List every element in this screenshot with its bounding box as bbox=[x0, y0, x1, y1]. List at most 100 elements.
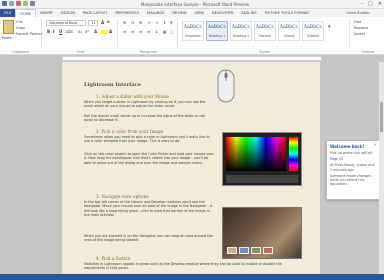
tab-view[interactable]: VIEW bbox=[191, 9, 208, 17]
document-page[interactable]: Lightroom Interface 1. Adjust a slider w… bbox=[62, 62, 320, 280]
thumbnail bbox=[251, 247, 261, 254]
style-sample: AaBbCc bbox=[231, 25, 251, 30]
customize-icon[interactable] bbox=[30, 1, 35, 6]
italic-button[interactable]: I bbox=[53, 29, 55, 34]
tab-add-ins[interactable]: ADD-INS bbox=[237, 9, 260, 17]
find-button[interactable]: Find bbox=[354, 20, 361, 24]
window-controls: – □ ✕ bbox=[361, 1, 382, 7]
tab-file[interactable]: FILE bbox=[0, 9, 16, 17]
style-name: Strong bbox=[283, 34, 295, 38]
close-icon[interactable]: ✕ bbox=[374, 142, 377, 147]
quick-access-toolbar[interactable] bbox=[2, 1, 35, 6]
tab-page-layout[interactable]: PAGE LAYOUT bbox=[79, 9, 111, 17]
line-spacing-icon[interactable]: ↨ bbox=[155, 30, 158, 34]
tab-design[interactable]: DESIGN bbox=[57, 9, 79, 17]
save-icon[interactable] bbox=[2, 1, 7, 6]
styles-more-icon[interactable]: ▾ bbox=[328, 24, 331, 30]
vertical-scrollbar[interactable] bbox=[379, 62, 384, 274]
increase-indent-icon[interactable]: ⇥ bbox=[155, 21, 158, 25]
justify-icon[interactable]: ≡ bbox=[147, 30, 150, 34]
maximize-icon[interactable]: □ bbox=[368, 1, 373, 7]
font-color-icon[interactable]: A bbox=[109, 29, 112, 34]
style-emphasis[interactable]: AaBbCc Emphasis bbox=[182, 21, 204, 41]
style-sample: AaBbCc bbox=[255, 25, 275, 30]
style-heading-1[interactable]: AaBbCc Heading 1 bbox=[206, 21, 228, 41]
style-name: Heading 2 bbox=[232, 34, 250, 38]
welcome-subtitle: Pick up where you left off: bbox=[330, 151, 373, 155]
thumbnail bbox=[239, 247, 249, 254]
bullets-icon[interactable]: ☰ bbox=[123, 21, 126, 25]
text-effects-icon[interactable]: A bbox=[94, 29, 97, 34]
shrink-font-icon[interactable]: A bbox=[107, 20, 110, 24]
style-sample: AaBbCc bbox=[303, 25, 323, 30]
paste-icon[interactable] bbox=[3, 20, 14, 34]
highlight-color-icon[interactable] bbox=[101, 30, 107, 34]
section-2-title: 2. Pick a color from your Image bbox=[96, 129, 164, 134]
tab-mailings[interactable]: MAILINGS bbox=[143, 9, 168, 17]
style-normal[interactable]: AaBbCc Normal bbox=[254, 21, 276, 41]
select-button[interactable]: Select bbox=[354, 32, 365, 36]
welcome-title: Welcome back! bbox=[330, 144, 365, 149]
tab-insert[interactable]: INSERT bbox=[36, 9, 57, 17]
grow-font-icon[interactable]: A bbox=[101, 20, 104, 25]
style-sample: AaBbCc bbox=[207, 25, 227, 30]
style-strong[interactable]: AaBbCc Strong bbox=[278, 21, 300, 41]
tab-review[interactable]: REVIEW bbox=[168, 9, 190, 17]
welcome-back-popup[interactable]: ✕ Welcome back! Pick up where you left o… bbox=[326, 140, 380, 200]
font-name-field[interactable]: Garamond Bold bbox=[46, 20, 86, 26]
style-subtitle[interactable]: AaBbCc Subtitle bbox=[302, 21, 324, 41]
ribbon-tabs: FILE HOME INSERT DESIGN PAGE LAYOUT REFE… bbox=[0, 9, 384, 17]
style-sample: AaBbCc bbox=[279, 25, 299, 30]
numbering-icon[interactable]: ☷ bbox=[131, 21, 134, 25]
styles-group: AaBbCc Emphasis AaBbCc Heading 1 AaBbCc … bbox=[180, 18, 350, 54]
close-icon[interactable]: ✕ bbox=[378, 1, 382, 7]
replace-button[interactable]: Replace bbox=[354, 26, 368, 30]
minimize-icon[interactable]: – bbox=[361, 1, 364, 7]
welcome-detail: At Press Ready, Lisbon and 2 minutes ago bbox=[330, 163, 375, 172]
cut-button[interactable]: Cut bbox=[16, 20, 22, 24]
clipboard-label: Clipboard bbox=[12, 50, 29, 54]
hue-slider bbox=[289, 137, 298, 171]
thumbnail bbox=[263, 247, 273, 254]
section-3-text-2: When you are zoomed in on the Navigator … bbox=[84, 234, 213, 243]
style-heading-2[interactable]: AaBbCc Heading 2 bbox=[230, 21, 252, 41]
scrollbar-thumb[interactable] bbox=[380, 102, 383, 132]
section-3-title: 3. Navigate view options bbox=[96, 194, 149, 199]
align-right-icon[interactable]: ≡ bbox=[139, 30, 142, 34]
subscript-button[interactable]: x₂ bbox=[78, 29, 82, 34]
thumbnail-strip bbox=[227, 247, 273, 254]
paste-button[interactable]: Paste bbox=[2, 36, 12, 40]
tab-developer[interactable]: DEVELOPER bbox=[208, 9, 237, 17]
shading-icon[interactable]: ▦ bbox=[163, 30, 166, 34]
align-center-icon[interactable]: ≡ bbox=[131, 30, 134, 34]
bold-button[interactable]: B bbox=[47, 29, 50, 34]
undo-icon[interactable] bbox=[9, 1, 14, 6]
align-left-icon[interactable]: ≡ bbox=[123, 30, 126, 34]
format-painter-button[interactable]: Format Painter bbox=[16, 32, 42, 36]
underline-button[interactable]: U bbox=[59, 29, 62, 34]
style-sample: AaBbCc bbox=[183, 25, 203, 30]
show-formatting-icon[interactable]: ¶ bbox=[170, 21, 172, 25]
sort-icon[interactable]: ↕ bbox=[163, 21, 166, 25]
welcome-page-link[interactable]: Page 15 bbox=[330, 157, 376, 161]
superscript-button[interactable]: x² bbox=[85, 29, 89, 34]
tab-references[interactable]: REFERENCES bbox=[111, 9, 143, 17]
style-name: Subtitle bbox=[306, 34, 320, 38]
copy-button[interactable]: Copy bbox=[16, 26, 25, 30]
style-name: Heading 1 bbox=[208, 34, 226, 38]
section-2-text: Sometimes when you need to pick a color … bbox=[84, 135, 210, 144]
horizontal-ruler[interactable] bbox=[62, 56, 322, 61]
tab-home[interactable]: HOME bbox=[15, 9, 37, 17]
computer-mouse-image bbox=[217, 69, 235, 103]
decrease-indent-icon[interactable]: ⇤ bbox=[148, 21, 151, 25]
user-name[interactable]: Vince Builder bbox=[346, 9, 370, 17]
redo-icon[interactable] bbox=[16, 1, 21, 6]
font-size-field[interactable]: 11 bbox=[88, 20, 98, 26]
strikethrough-button[interactable]: abc bbox=[66, 29, 73, 34]
borders-icon[interactable]: ▢ bbox=[170, 30, 173, 34]
font-group: Garamond Bold 11 A A B I U abc x₂ x² A A… bbox=[44, 18, 118, 54]
multilevel-list-icon[interactable]: ☰ bbox=[139, 21, 142, 25]
print-icon[interactable] bbox=[23, 1, 28, 6]
tab-picture-tools[interactable]: PICTURE TOOLS FORMAT bbox=[261, 9, 314, 17]
ribbon: Paste Cut Copy Format Painter Clipboard … bbox=[0, 17, 384, 55]
